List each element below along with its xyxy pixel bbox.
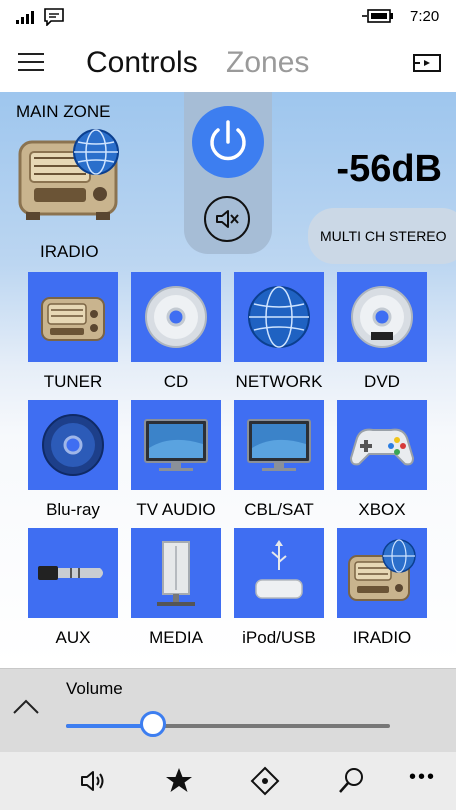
tv-icon [247, 419, 311, 471]
tile-background [28, 272, 118, 362]
tab-zones[interactable]: Zones [226, 46, 309, 80]
hamburger-menu-button[interactable] [18, 53, 44, 73]
source-label: IRADIO [352, 628, 412, 647]
internet-radio-icon [348, 539, 416, 601]
star-icon[interactable] [162, 764, 196, 798]
source-tile-cbl-sat[interactable]: CBL/SAT [234, 400, 324, 519]
source-tile-iradio[interactable]: IRADIO [337, 528, 427, 647]
bluray-icon [42, 414, 104, 476]
radio-icon [41, 297, 105, 341]
cd-icon [145, 286, 207, 348]
source-tile-xbox[interactable]: XBOX [337, 400, 427, 519]
mute-button[interactable] [204, 196, 250, 242]
volume-label: Volume [66, 679, 123, 698]
tile-background [28, 528, 118, 618]
tile-background [337, 272, 427, 362]
signal-strength-icon [16, 11, 34, 24]
tile-background [131, 272, 221, 362]
message-icon [44, 8, 64, 26]
power-icon [210, 120, 246, 161]
search-icon[interactable] [334, 764, 368, 798]
app-bar: Controls Zones [0, 34, 456, 92]
speaker-icon[interactable] [76, 764, 110, 798]
tab-controls[interactable]: Controls [86, 46, 198, 80]
status-time: 7:20 [410, 8, 440, 25]
surround-mode-button[interactable]: MULTI CH STEREO [308, 208, 456, 264]
mute-icon [216, 210, 239, 228]
tile-background [131, 528, 221, 618]
source-label: XBOX [358, 500, 406, 519]
source-label: DVD [364, 372, 400, 391]
chevron-up-icon[interactable] [12, 697, 40, 717]
power-button[interactable] [192, 106, 264, 178]
status-bar: 7:20 [0, 0, 456, 34]
power-panel [184, 92, 272, 254]
internet-radio-icon[interactable] [16, 128, 128, 224]
tile-background [337, 400, 427, 490]
menu-line [18, 61, 44, 63]
tv-icon [144, 419, 208, 471]
source-tile-tuner[interactable]: TUNER [28, 272, 118, 391]
volume-db-readout: -56dB [336, 148, 442, 190]
source-tile-ipod-usb[interactable]: iPod/USB [234, 528, 324, 647]
source-tile-cd[interactable]: CD [131, 272, 221, 391]
tile-background [234, 400, 324, 490]
source-tile-dvd[interactable]: DVD [337, 272, 427, 391]
source-tile-aux[interactable]: AUX [28, 528, 118, 647]
audio-jack-icon [38, 566, 103, 580]
tile-background [337, 528, 427, 618]
tile-background [234, 272, 324, 362]
globe-icon [248, 286, 310, 348]
source-tile-media[interactable]: MEDIA [131, 528, 221, 647]
bottom-app-bar: ••• [0, 752, 456, 810]
battery-charging-icon [362, 9, 393, 23]
source-tile-bluray[interactable]: Blu-ray [28, 400, 118, 519]
menu-line [18, 69, 44, 71]
volume-panel: Volume [0, 668, 456, 753]
tile-background [234, 528, 324, 618]
source-tile-tv-audio[interactable]: TV AUDIO [131, 400, 221, 519]
tile-background [28, 400, 118, 490]
current-source-label: IRADIO [40, 242, 99, 261]
dvd-icon [351, 286, 413, 348]
navigate-icon[interactable] [248, 764, 282, 798]
volume-slider[interactable] [66, 711, 390, 737]
tile-background [131, 400, 221, 490]
volume-slider-thumb[interactable] [140, 711, 167, 737]
usb-icon [255, 540, 303, 599]
cast-screen-icon[interactable] [412, 52, 442, 74]
zone-title: MAIN ZONE [16, 102, 111, 121]
source-tile-network[interactable]: NETWORK [234, 272, 324, 391]
menu-line [18, 53, 44, 55]
more-icon[interactable]: ••• [409, 766, 436, 789]
media-server-icon [157, 541, 195, 606]
gamepad-icon [349, 428, 415, 466]
